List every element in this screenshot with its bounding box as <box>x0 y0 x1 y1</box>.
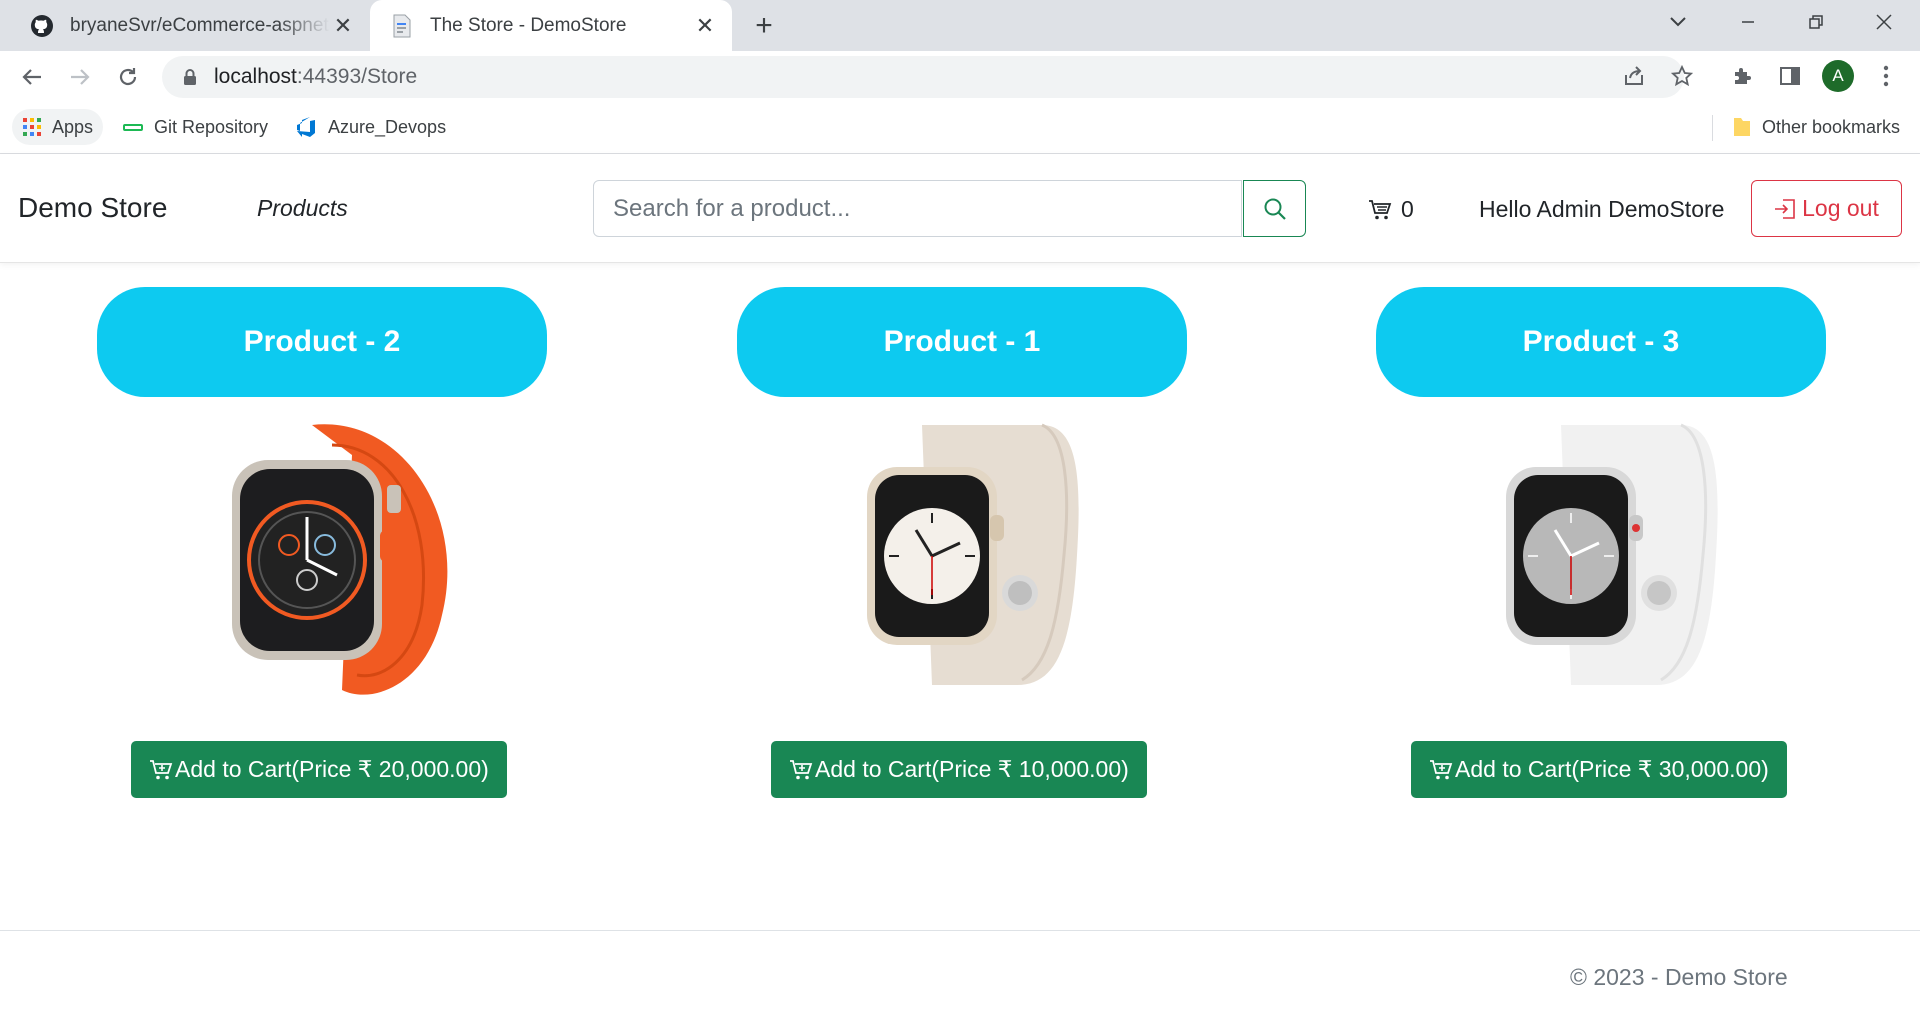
git-icon <box>122 120 144 134</box>
url-text: localhost:44393/Store <box>214 65 418 88</box>
add-to-cart-button[interactable]: Add to Cart(Price ₹ 30,000.00) <box>1411 741 1787 798</box>
product-title[interactable]: Product - 2 <box>97 287 547 397</box>
address-bar[interactable]: localhost:44393/Store <box>162 56 1684 98</box>
extensions-icon[interactable] <box>1722 56 1762 96</box>
user-greeting: Hello Admin DemoStore <box>1479 196 1725 222</box>
product-title[interactable]: Product - 3 <box>1376 287 1826 397</box>
product-image[interactable] <box>97 405 547 705</box>
orange-band-watch-icon <box>232 424 448 695</box>
bookmarks-divider <box>1712 115 1713 141</box>
logout-button[interactable]: Log out <box>1751 180 1902 237</box>
back-icon[interactable] <box>12 57 52 97</box>
profile-avatar[interactable]: A <box>1818 56 1858 96</box>
search-button[interactable] <box>1243 180 1306 237</box>
product-title[interactable]: Product - 1 <box>737 287 1187 397</box>
menu-kebab-icon[interactable] <box>1866 56 1906 96</box>
add-to-cart-label: Add to Cart(Price ₹ 30,000.00) <box>1455 756 1769 782</box>
browser-toolbar: localhost:44393/Store A <box>0 51 1920 103</box>
cart-plus-icon <box>149 759 173 781</box>
avatar: A <box>1822 60 1854 92</box>
reload-icon[interactable] <box>108 57 148 97</box>
add-to-cart-label: Add to Cart(Price ₹ 20,000.00) <box>175 756 489 782</box>
white-band-watch-icon <box>1506 423 1718 685</box>
other-bookmarks-label: Other bookmarks <box>1762 116 1901 137</box>
store-navbar: Demo Store Products 0 Hello Admin DemoSt… <box>0 154 1920 263</box>
cart-link[interactable]: 0 <box>1368 196 1414 223</box>
logout-icon <box>1774 198 1796 219</box>
cart-plus-icon <box>1429 759 1453 781</box>
tab-strip: bryaneSvr/eCommerce-aspnet-mvc-app ✕ The… <box>0 0 1920 51</box>
tab-title: bryaneSvr/eCommerce-aspnet-mvc-app <box>70 14 330 36</box>
document-icon <box>390 14 414 38</box>
logout-label: Log out <box>1802 195 1879 221</box>
bookmarks-bar: Apps Git Repository Azure_Devops Other b… <box>0 103 1920 154</box>
product-image[interactable] <box>1376 405 1826 705</box>
search-icon <box>1263 197 1287 221</box>
restore-icon[interactable] <box>1792 0 1840 44</box>
other-bookmarks[interactable]: Other bookmarks <box>1732 109 1900 145</box>
product-card: Product - 3 Add to Cart(Price ₹ 30,000.0… <box>1376 287 1826 798</box>
folder-icon <box>1732 116 1752 138</box>
forward-icon[interactable] <box>60 57 100 97</box>
apps-grid-icon <box>22 117 42 137</box>
tab-github[interactable]: bryaneSvr/eCommerce-aspnet-mvc-app ✕ <box>14 0 370 51</box>
lock-icon[interactable] <box>180 68 200 86</box>
azure-devops-icon <box>294 115 318 139</box>
footer-divider <box>0 930 1920 931</box>
github-icon <box>30 14 54 38</box>
close-tab-icon[interactable]: ✕ <box>330 13 356 39</box>
add-to-cart-button[interactable]: Add to Cart(Price ₹ 20,000.00) <box>131 741 507 798</box>
bookmark-star-icon[interactable] <box>1662 56 1702 96</box>
bookmark-apps[interactable]: Apps <box>12 109 104 145</box>
nav-products-link[interactable]: Products <box>257 195 348 222</box>
add-to-cart-label: Add to Cart(Price ₹ 10,000.00) <box>815 756 1129 782</box>
search-input[interactable] <box>593 180 1242 237</box>
new-tab-button[interactable]: + <box>748 9 780 42</box>
bookmark-git-repository[interactable]: Git Repository <box>122 109 268 145</box>
bookmark-label: Git Repository <box>154 116 269 137</box>
bookmark-label: Apps <box>52 116 94 137</box>
tab-search-icon[interactable] <box>1654 0 1702 44</box>
add-to-cart-button[interactable]: Add to Cart(Price ₹ 10,000.00) <box>771 741 1147 798</box>
close-tab-icon[interactable]: ✕ <box>692 13 718 39</box>
share-icon[interactable] <box>1614 56 1654 96</box>
brand-link[interactable]: Demo Store <box>18 192 167 224</box>
product-card: Product - 1 Add to Cart(Price ₹ 10,000.0… <box>737 287 1187 798</box>
search-form <box>593 180 1306 237</box>
cart-plus-icon <box>789 759 813 781</box>
starlight-band-watch-icon <box>867 423 1079 685</box>
bookmark-label: Azure_Devops <box>328 116 447 137</box>
product-card: Product - 2 Add to Cart(Price ₹ 20,000.0… <box>97 287 547 798</box>
cart-icon <box>1368 199 1392 221</box>
close-window-icon[interactable] <box>1860 0 1908 44</box>
side-panel-icon[interactable] <box>1770 56 1810 96</box>
product-image[interactable] <box>737 405 1187 705</box>
tab-store[interactable]: The Store - DemoStore ✕ <box>370 0 732 51</box>
footer-copyright: © 2023 - Demo Store <box>1570 964 1788 990</box>
minimize-icon[interactable] <box>1724 0 1772 44</box>
tab-title: The Store - DemoStore <box>430 14 627 36</box>
bookmark-azure-devops[interactable]: Azure_Devops <box>294 109 446 145</box>
cart-count: 0 <box>1401 196 1414 222</box>
